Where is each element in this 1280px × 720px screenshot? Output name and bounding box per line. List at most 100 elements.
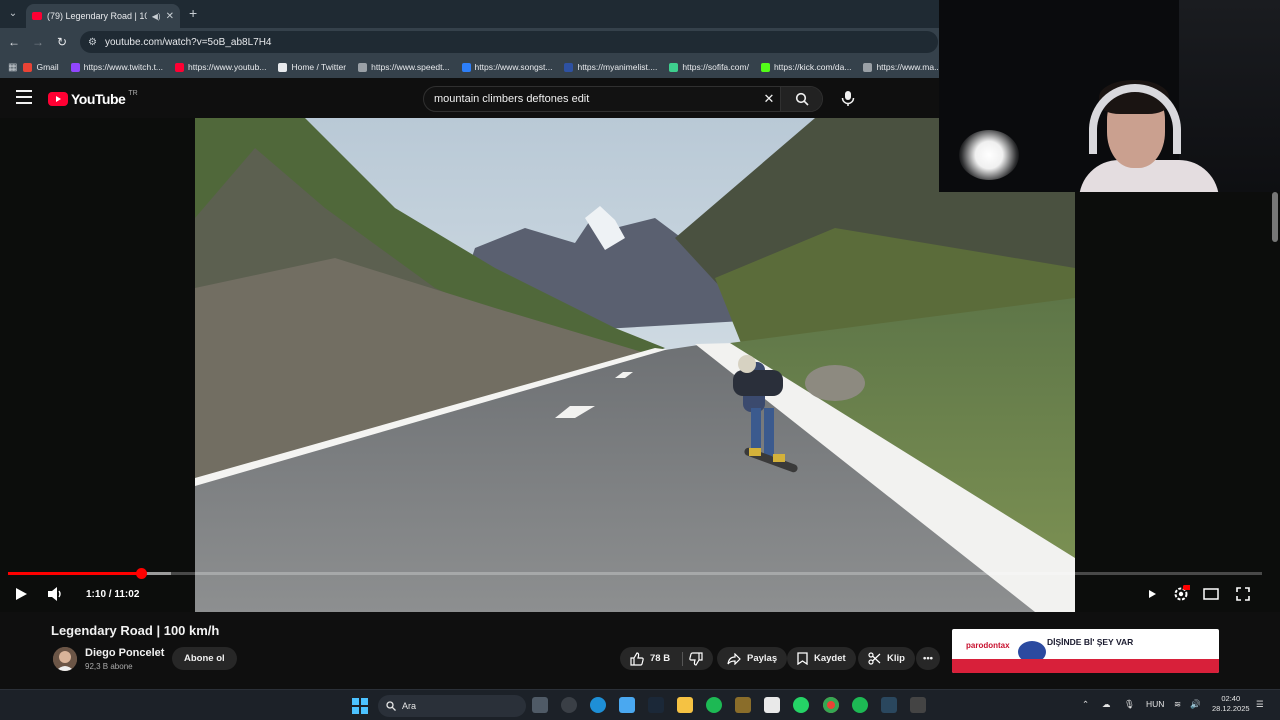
microphone-icon[interactable] bbox=[838, 88, 858, 108]
bookmark-item[interactable]: Home / Twitter bbox=[272, 62, 352, 72]
country-code: TR bbox=[128, 89, 138, 97]
chrome-icon[interactable] bbox=[823, 697, 839, 713]
speaker-icon[interactable]: ◀) bbox=[152, 12, 161, 21]
save-label: Kaydet bbox=[814, 653, 846, 664]
spotify-icon[interactable] bbox=[852, 697, 868, 713]
subscribe-button[interactable]: Abone ol bbox=[172, 647, 237, 670]
clip-button[interactable]: Klip bbox=[858, 647, 915, 670]
taskbar-search[interactable]: Ara bbox=[378, 695, 526, 717]
bookmark-item[interactable]: https://sofifa.com/ bbox=[663, 62, 755, 72]
bookmark-item[interactable]: https://www.speedt... bbox=[352, 62, 455, 72]
video-player[interactable]: 1:10 / 11:02 bbox=[0, 118, 1280, 612]
like-divider bbox=[682, 651, 684, 666]
file-explorer-icon[interactable] bbox=[677, 697, 693, 713]
onedrive-icon[interactable]: ☁ bbox=[1102, 699, 1111, 710]
microsoft-store-icon[interactable] bbox=[764, 697, 780, 713]
apps-grid-icon[interactable]: ▦ bbox=[8, 62, 17, 73]
volume-icon[interactable]: 🔊 bbox=[1190, 699, 1201, 710]
microphone-icon[interactable]: 🎙 bbox=[1124, 699, 1135, 710]
browser-tab-active[interactable]: (79) Legendary Road | 100 km/h ◀) ✕ bbox=[26, 4, 180, 28]
edge-browser-icon[interactable] bbox=[590, 697, 606, 713]
copilot-icon[interactable] bbox=[619, 697, 635, 713]
back-arrow-icon[interactable]: ← bbox=[6, 34, 22, 50]
system-clock[interactable]: 02:40 28.12.2025 bbox=[1212, 694, 1250, 714]
bookmark-label: Home / Twitter bbox=[291, 62, 347, 72]
webcam-overlay bbox=[939, 0, 1280, 192]
page-scrollbar[interactable] bbox=[1272, 192, 1278, 242]
tray-chevron-icon[interactable]: ⌃ bbox=[1082, 699, 1089, 710]
clear-search-icon[interactable]: ✕ bbox=[758, 91, 780, 107]
autoplay-toggle[interactable] bbox=[1147, 585, 1157, 603]
bookmark-label: https://www.ma... bbox=[876, 62, 940, 72]
clock-time: 02:40 bbox=[1221, 694, 1241, 703]
bookmark-item[interactable]: https://www.youtub... bbox=[169, 62, 272, 72]
clip-label: Klip bbox=[887, 653, 905, 664]
site-info-icon[interactable]: ⚙ bbox=[88, 37, 97, 48]
spotify-icon[interactable] bbox=[706, 697, 722, 713]
fullscreen-button[interactable] bbox=[1236, 585, 1250, 603]
bookmark-label: Gmail bbox=[36, 62, 59, 72]
bookmark-favicon-icon bbox=[358, 62, 368, 72]
channel-name[interactable]: Diego Poncelet bbox=[85, 647, 164, 659]
bookmark-favicon-icon bbox=[760, 62, 770, 72]
forward-arrow-icon[interactable]: → bbox=[30, 34, 46, 50]
new-tab-icon[interactable]: + bbox=[189, 5, 197, 21]
thumbs-down-icon[interactable] bbox=[689, 651, 703, 666]
progress-bar[interactable] bbox=[8, 568, 1262, 579]
player-left-backdrop bbox=[0, 118, 195, 612]
bookmark-favicon-icon bbox=[669, 62, 679, 72]
bookmark-item[interactable]: https://www.ma... bbox=[857, 62, 940, 72]
browser-toolbar: ← → ↻ ⚙ youtube.com/watch?v=5oB_ab8L7H4 bbox=[0, 28, 940, 56]
terminal-icon[interactable] bbox=[910, 697, 926, 713]
steam-icon[interactable] bbox=[648, 697, 664, 713]
settings-button[interactable] bbox=[1172, 585, 1190, 603]
youtube-logo[interactable]: YouTube TR bbox=[48, 89, 138, 107]
bookmark-label: https://www.speedt... bbox=[371, 62, 450, 72]
bookmark-item[interactable]: Gmail bbox=[17, 62, 64, 72]
app-icon[interactable] bbox=[735, 697, 751, 713]
bookmark-favicon-icon bbox=[278, 62, 288, 72]
reload-icon[interactable]: ↻ bbox=[54, 34, 70, 50]
notifications-icon[interactable]: ☰ bbox=[1256, 699, 1264, 710]
task-view-icon[interactable] bbox=[532, 697, 548, 713]
whatsapp-icon[interactable] bbox=[793, 697, 809, 713]
volume-button[interactable] bbox=[47, 585, 63, 603]
thumbs-up-icon bbox=[630, 651, 644, 666]
save-button[interactable]: Kaydet bbox=[787, 647, 856, 670]
tab-close-icon[interactable]: ✕ bbox=[166, 11, 174, 22]
address-bar[interactable]: ⚙ youtube.com/watch?v=5oB_ab8L7H4 bbox=[80, 31, 938, 53]
autoplay-icon bbox=[1149, 590, 1156, 598]
scissors-icon bbox=[868, 652, 881, 665]
windows-start-icon[interactable] bbox=[352, 698, 368, 714]
youtube-logo-text: YouTube bbox=[71, 91, 126, 107]
progress-scrubber[interactable] bbox=[135, 568, 147, 579]
menu-icon[interactable] bbox=[16, 90, 32, 104]
bookmark-item[interactable]: https://www.twitch.t... bbox=[65, 62, 169, 72]
share-button[interactable]: Paylaş bbox=[717, 647, 788, 670]
tab-search-chevron-icon[interactable]: ⌄ bbox=[5, 6, 21, 22]
sponsored-ad-banner[interactable]: parodontax DİŞİNDE Bİ' ŞEY VAR bbox=[952, 629, 1219, 673]
taskbar-search-label: Ara bbox=[402, 701, 417, 711]
bookmark-label: https://kick.com/da... bbox=[773, 62, 852, 72]
play-button[interactable] bbox=[14, 585, 28, 603]
steam-icon[interactable] bbox=[881, 697, 897, 713]
channel-avatar[interactable] bbox=[53, 647, 77, 671]
clock-date: 28.12.2025 bbox=[1212, 704, 1250, 713]
video-frame[interactable] bbox=[195, 118, 1075, 612]
wifi-icon[interactable]: ≋ bbox=[1174, 699, 1181, 710]
search-input[interactable] bbox=[424, 93, 758, 105]
like-button[interactable]: 78 B bbox=[620, 647, 714, 670]
input-language[interactable]: HUN bbox=[1146, 699, 1164, 709]
search-button[interactable] bbox=[780, 87, 822, 111]
settings-app-icon[interactable] bbox=[561, 697, 577, 713]
bookmark-item[interactable]: https://www.songst... bbox=[456, 62, 559, 72]
bookmark-item[interactable]: https://kick.com/da... bbox=[755, 62, 857, 72]
more-actions-button[interactable]: ••• bbox=[916, 647, 940, 670]
bookmark-label: https://myanimelist.... bbox=[577, 62, 658, 72]
theater-mode-button[interactable] bbox=[1203, 585, 1219, 603]
gear-icon bbox=[1174, 585, 1190, 601]
bookmark-item[interactable]: https://myanimelist.... bbox=[558, 62, 663, 72]
screen: ⌄ (79) Legendary Road | 100 km/h ◀) ✕ + … bbox=[0, 0, 1280, 720]
share-icon bbox=[727, 652, 741, 665]
search-icon bbox=[795, 92, 809, 106]
